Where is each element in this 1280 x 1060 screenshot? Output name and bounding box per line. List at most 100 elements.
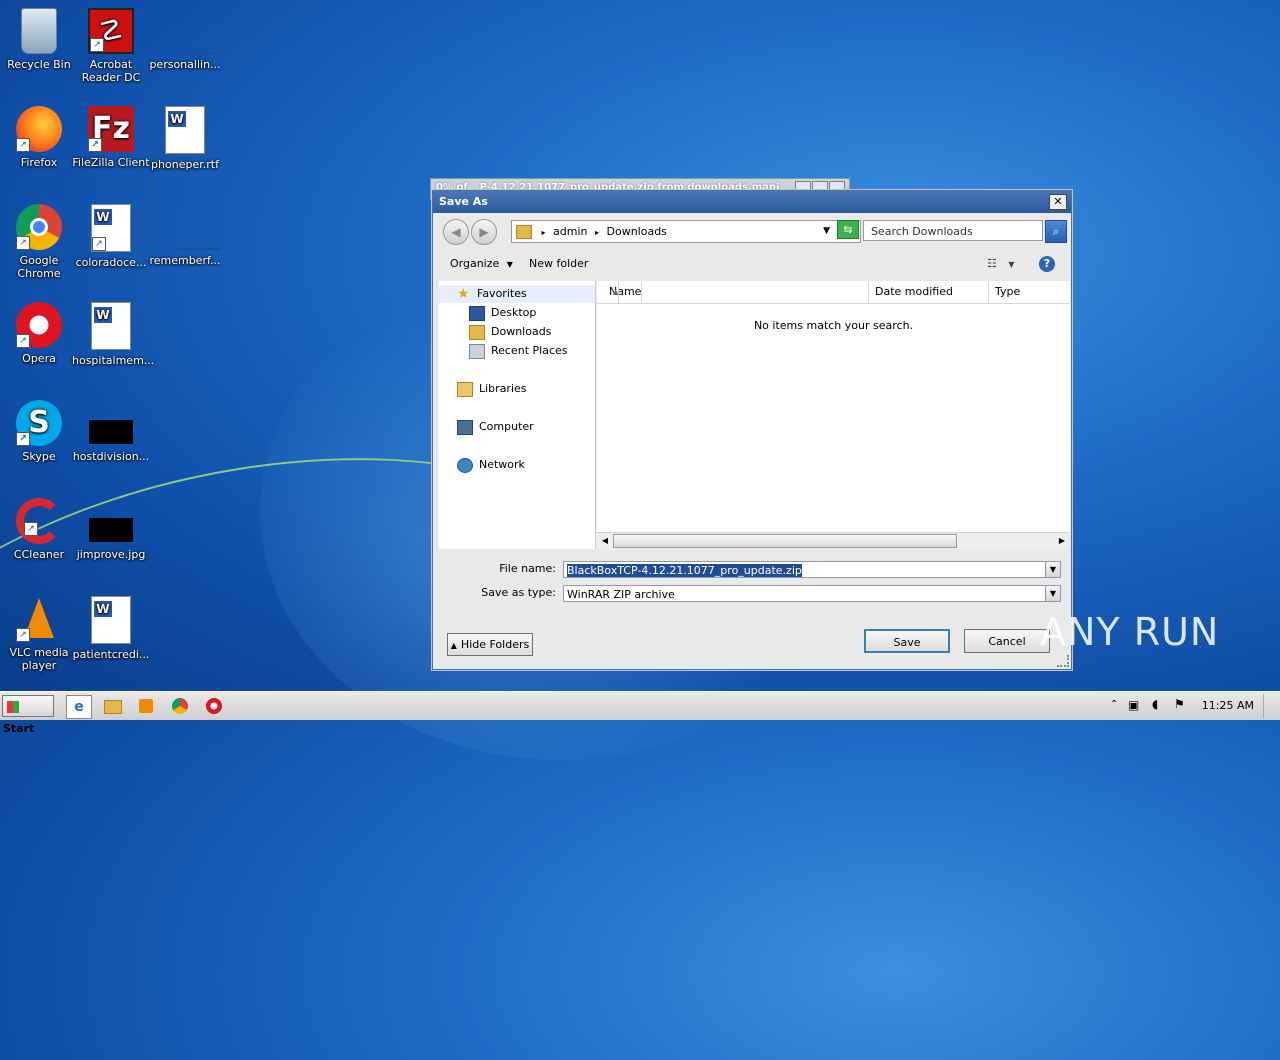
organize-button[interactable]: Organize ▼: [450, 253, 513, 276]
firefox-icon: ↗: [16, 106, 62, 152]
explorer-taskbar-icon[interactable]: [101, 695, 125, 717]
desktop-icon-vlc[interactable]: ↗ VLC media player: [0, 596, 78, 672]
recent-places-icon: [469, 343, 485, 359]
chrome-taskbar-icon[interactable]: [168, 695, 192, 717]
organize-label: Organize: [450, 257, 500, 270]
word-document-icon: W: [165, 106, 205, 154]
vlc-cone-icon: ↗: [16, 596, 62, 642]
clock[interactable]: 11:25 AM: [1202, 692, 1254, 720]
save-as-type-select[interactable]: WinRAR ZIP archive ▼: [563, 585, 1061, 602]
tray-expand-icon[interactable]: ⌃: [1110, 699, 1118, 710]
column-header-name[interactable]: Name ▲: [597, 281, 869, 303]
address-dropdown-icon[interactable]: ▼: [823, 221, 830, 242]
start-button[interactable]: Start: [2, 695, 54, 735]
scrollbar-thumb[interactable]: [613, 534, 957, 548]
breadcrumb-admin[interactable]: admin: [553, 225, 587, 238]
shortcut-arrow-icon: ↗: [16, 628, 30, 642]
column-header-type[interactable]: Type: [989, 281, 1070, 303]
dialog-close-button[interactable]: ✕: [1049, 194, 1067, 210]
desktop-icon-jimprove[interactable]: jimprove.jpg: [72, 498, 150, 561]
show-desktop-button[interactable]: [1263, 694, 1280, 718]
desktop-icon-recycle-bin[interactable]: Recycle Bin: [0, 8, 78, 71]
nav-favorites[interactable]: ★ Favorites: [457, 285, 527, 303]
shortcut-arrow-icon: ↗: [16, 432, 30, 446]
view-options-icon[interactable]: ☷ ▼: [987, 253, 1015, 276]
volume-icon[interactable]: ◖: [1152, 697, 1158, 711]
chevron-up-icon: ▲: [450, 641, 457, 650]
star-icon: ★: [457, 285, 470, 302]
search-input[interactable]: Search Downloads: [863, 220, 1043, 241]
nav-libraries[interactable]: Libraries: [457, 380, 527, 398]
desktop-icon-acrobat[interactable]: ☡ ↗ Acrobat Reader DC: [72, 8, 150, 84]
column-header-date-modified[interactable]: Date modified: [869, 281, 989, 303]
scroll-right-icon[interactable]: ▶: [1054, 533, 1070, 549]
breadcrumb-separator: ▸: [594, 228, 599, 237]
desktop-icon-label: personallin...: [149, 58, 221, 71]
search-button[interactable]: ⌕: [1045, 220, 1067, 243]
desktop-icon-opera[interactable]: ↗ Opera: [0, 302, 78, 365]
desktop-icon-label: Skype: [22, 450, 56, 463]
horizontal-scrollbar[interactable]: ◀ ▶: [597, 532, 1070, 549]
shortcut-arrow-icon: ↗: [24, 522, 38, 536]
hide-folders-button[interactable]: ▲ Hide Folders: [447, 633, 533, 656]
cancel-button[interactable]: Cancel: [964, 629, 1050, 653]
anyrun-watermark: ANY RUN: [1040, 610, 1220, 654]
desktop-icon-ccleaner[interactable]: ↗ CCleaner: [0, 498, 78, 561]
nav-label: Favorites: [477, 287, 527, 300]
desktop-icon-filezilla[interactable]: Fz ↗ FileZilla Client: [72, 106, 150, 169]
chrome-icon: ↗: [16, 204, 62, 250]
help-button[interactable]: ?: [1039, 256, 1055, 272]
nav-desktop[interactable]: Desktop: [469, 304, 536, 322]
desktop-icon-label: FileZilla Client: [72, 156, 150, 169]
desktop-icon-hostdivision[interactable]: hostdivision...: [72, 400, 150, 463]
desktop-icon-label: phoneper.rtf: [151, 158, 219, 171]
file-icon: [162, 8, 222, 54]
address-bar[interactable]: ▸ admin ▸ Downloads ▼: [511, 220, 861, 243]
desktop-icon-firefox[interactable]: ↗ Firefox: [0, 106, 78, 169]
folder-icon: [516, 225, 532, 239]
desktop-icon: [469, 305, 485, 321]
forward-button[interactable]: ▶: [471, 219, 497, 245]
back-button[interactable]: ◀: [443, 219, 469, 245]
file-name-input[interactable]: BlackBoxTCP-4.12.21.1077_pro_update.zip …: [563, 561, 1061, 578]
desktop-icon-chrome[interactable]: ↗ Google Chrome: [0, 204, 78, 280]
internet-explorer-taskbar-icon[interactable]: e: [66, 695, 92, 719]
shortcut-arrow-icon: ↗: [16, 138, 30, 152]
taskbar: Start e ⌃ ▣ ◖ ⚑ 11:25 AM: [0, 691, 1280, 735]
desktop-icon-label: Firefox: [20, 156, 58, 169]
file-list[interactable]: Name ▲ Date modified Type No items match…: [597, 281, 1070, 549]
desktop-icon-personallin[interactable]: personallin...: [146, 8, 224, 71]
media-player-taskbar-icon[interactable]: [134, 695, 158, 717]
desktop-icon-label: Recycle Bin: [7, 58, 71, 71]
desktop-icon-patientcredi[interactable]: W patientcredi...: [72, 596, 150, 661]
chevron-down-icon[interactable]: ▼: [1045, 562, 1060, 577]
action-center-flag-icon[interactable]: ⚑: [1174, 697, 1185, 711]
chevron-down-icon[interactable]: ▼: [1045, 586, 1060, 601]
word-document-icon: W: [91, 302, 131, 350]
shortcut-arrow-icon: ↗: [92, 237, 106, 251]
desktop-icon-label: rememberf...: [149, 254, 221, 267]
desktop-icon-coloradoce[interactable]: W ↗ coloradoce...: [72, 204, 150, 269]
shortcut-arrow-icon: ↗: [90, 38, 104, 52]
desktop-icon-phoneper[interactable]: W phoneper.rtf: [146, 106, 224, 171]
search-icon: ⌕: [1052, 225, 1060, 238]
breadcrumb-downloads[interactable]: Downloads: [607, 225, 667, 238]
desktop-icon-label: jimprove.jpg: [76, 548, 146, 561]
ccleaner-icon: ↗: [16, 498, 62, 544]
save-button[interactable]: Save: [864, 629, 950, 653]
computer-icon: [457, 419, 473, 435]
dialog-toolbar: Organize ▼ New folder ☷ ▼ ?: [439, 253, 1065, 275]
nav-downloads[interactable]: Downloads: [469, 323, 551, 341]
desktop-icon-skype[interactable]: S ↗ Skype: [0, 400, 78, 463]
nav-recent-places[interactable]: Recent Places: [469, 342, 568, 360]
scroll-left-icon[interactable]: ◀: [597, 533, 613, 549]
network-status-icon[interactable]: ▣: [1128, 698, 1139, 712]
new-folder-button[interactable]: New folder: [529, 253, 588, 275]
opera-taskbar-icon[interactable]: [202, 695, 226, 717]
nav-network[interactable]: Network: [457, 456, 525, 474]
desktop-icon-hospitalmem[interactable]: W hospitalmem...: [72, 302, 154, 367]
image-thumbnail-icon: [88, 498, 134, 544]
nav-computer[interactable]: Computer: [457, 418, 534, 436]
refresh-button[interactable]: ⇆: [837, 220, 859, 239]
desktop-icon-rememberf[interactable]: rememberf...: [146, 204, 224, 267]
